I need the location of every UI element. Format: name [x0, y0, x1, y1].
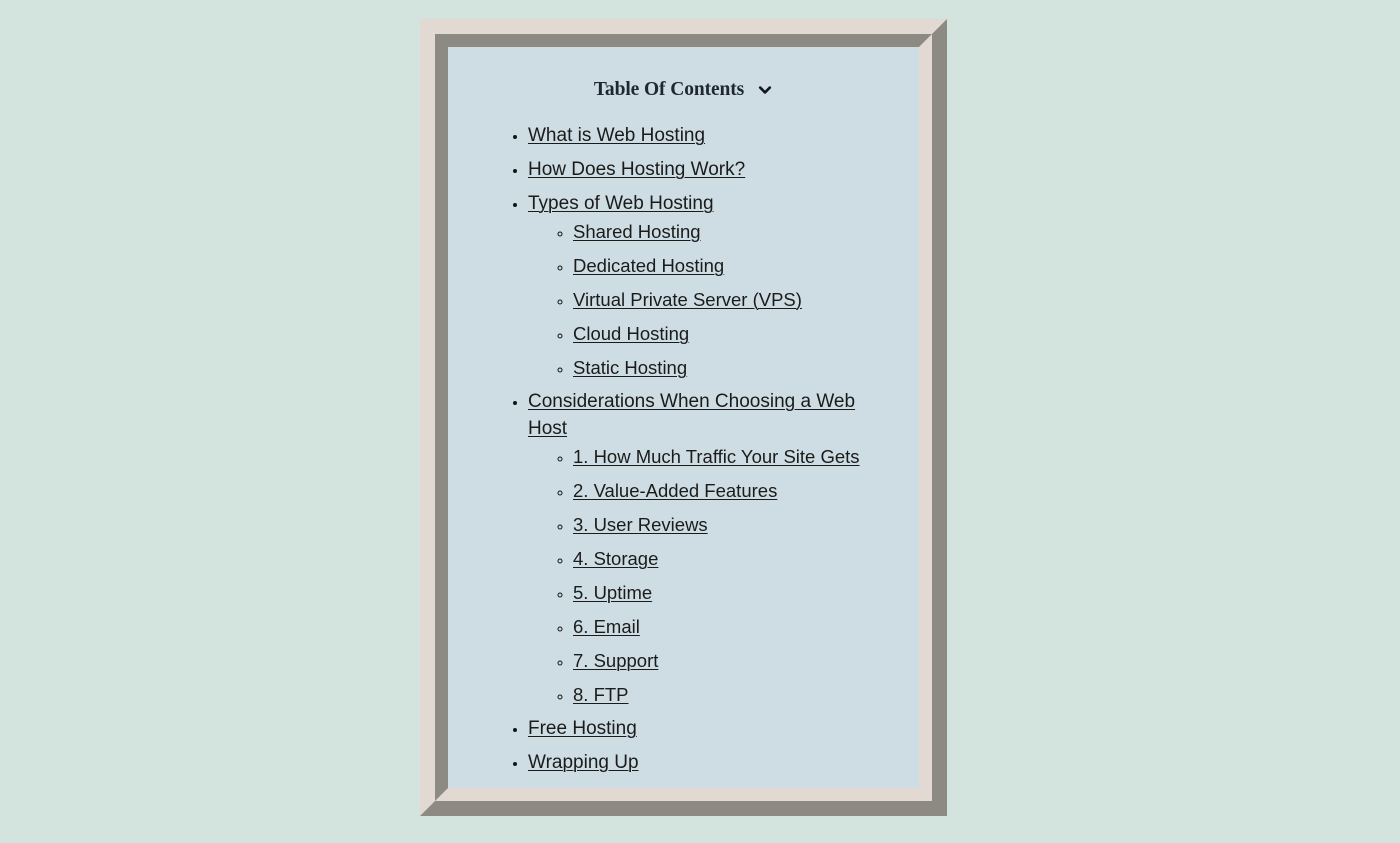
toc-link[interactable]: Considerations When Choosing a Web Host — [528, 391, 855, 440]
toc-subitem: 1. How Much Traffic Your Site Gets — [573, 443, 897, 471]
table-of-contents-header: Table Of Contents — [470, 79, 897, 101]
toc-item: Considerations When Choosing a Web Host1… — [528, 388, 897, 709]
toc-sublink[interactable]: 7. Support — [573, 650, 658, 671]
toc-item: Free Hosting — [528, 715, 897, 743]
toc-sublist: Shared Hosting Dedicated Hosting Virtual P… — [528, 218, 897, 382]
table-of-contents-list: What is Web Hosting How Does Hosting Work… — [470, 122, 897, 776]
toc-subitem: 6. Email — [573, 613, 897, 641]
toc-sublink[interactable]: 1. How Much Traffic Your Site Gets — [573, 446, 860, 467]
toc-link[interactable]: Wrapping Up — [528, 752, 639, 773]
toc-subitem: 4. Storage — [573, 545, 897, 573]
toc-item: Wrapping Up — [528, 749, 897, 777]
toc-link[interactable]: Types of Web Hosting — [528, 193, 714, 214]
toc-item: Types of Web Hosting Shared Hosting Dedica… — [528, 190, 897, 381]
toc-subitem: Static Hosting — [573, 354, 897, 382]
chevron-down-icon[interactable] — [757, 82, 773, 98]
toc-link[interactable]: What is Web Hosting — [528, 125, 705, 146]
toc-sublink[interactable]: 4. Storage — [573, 548, 658, 569]
toc-subitem: 7. Support — [573, 647, 897, 675]
toc-subitem: 3. User Reviews — [573, 511, 897, 539]
toc-subitem: 8. FTP — [573, 681, 897, 709]
table-of-contents-inner-bevel: Table Of Contents What is Web Hosting How… — [435, 34, 932, 801]
toc-sublink[interactable]: Static Hosting — [573, 357, 687, 378]
toc-subitem: 2. Value-Added Features — [573, 477, 897, 505]
table-of-contents-panel: Table Of Contents What is Web Hosting How… — [448, 47, 919, 788]
toc-sublink[interactable]: Shared Hosting — [573, 221, 701, 242]
toc-subitem: Virtual Private Server (VPS) — [573, 286, 897, 314]
toc-item: How Does Hosting Work? — [528, 156, 897, 184]
toc-sublink[interactable]: 5. Uptime — [573, 582, 652, 603]
toc-sublink[interactable]: 3. User Reviews — [573, 514, 708, 535]
toc-subitem: 5. Uptime — [573, 579, 897, 607]
toc-sublist: 1. How Much Traffic Your Site Gets 2. Val… — [528, 443, 897, 709]
toc-subitem: Cloud Hosting — [573, 320, 897, 348]
toc-sublink[interactable]: 8. FTP — [573, 684, 629, 705]
toc-sublink[interactable]: 6. Email — [573, 616, 640, 637]
toc-subitem: Dedicated Hosting — [573, 252, 897, 280]
toc-item: What is Web Hosting — [528, 122, 897, 150]
toc-link[interactable]: How Does Hosting Work? — [528, 159, 745, 180]
toc-subitem: Shared Hosting — [573, 218, 897, 246]
toc-sublink[interactable]: Cloud Hosting — [573, 323, 689, 344]
toc-sublink[interactable]: Dedicated Hosting — [573, 255, 724, 276]
page-title: Table Of Contents — [593, 79, 745, 100]
toc-link[interactable]: Free Hosting — [528, 718, 637, 739]
table-of-contents-frame: Table Of Contents What is Web Hosting How… — [420, 19, 947, 816]
toc-sublink[interactable]: 2. Value-Added Features — [573, 480, 777, 501]
toc-sublink[interactable]: Virtual Private Server (VPS) — [573, 289, 802, 310]
